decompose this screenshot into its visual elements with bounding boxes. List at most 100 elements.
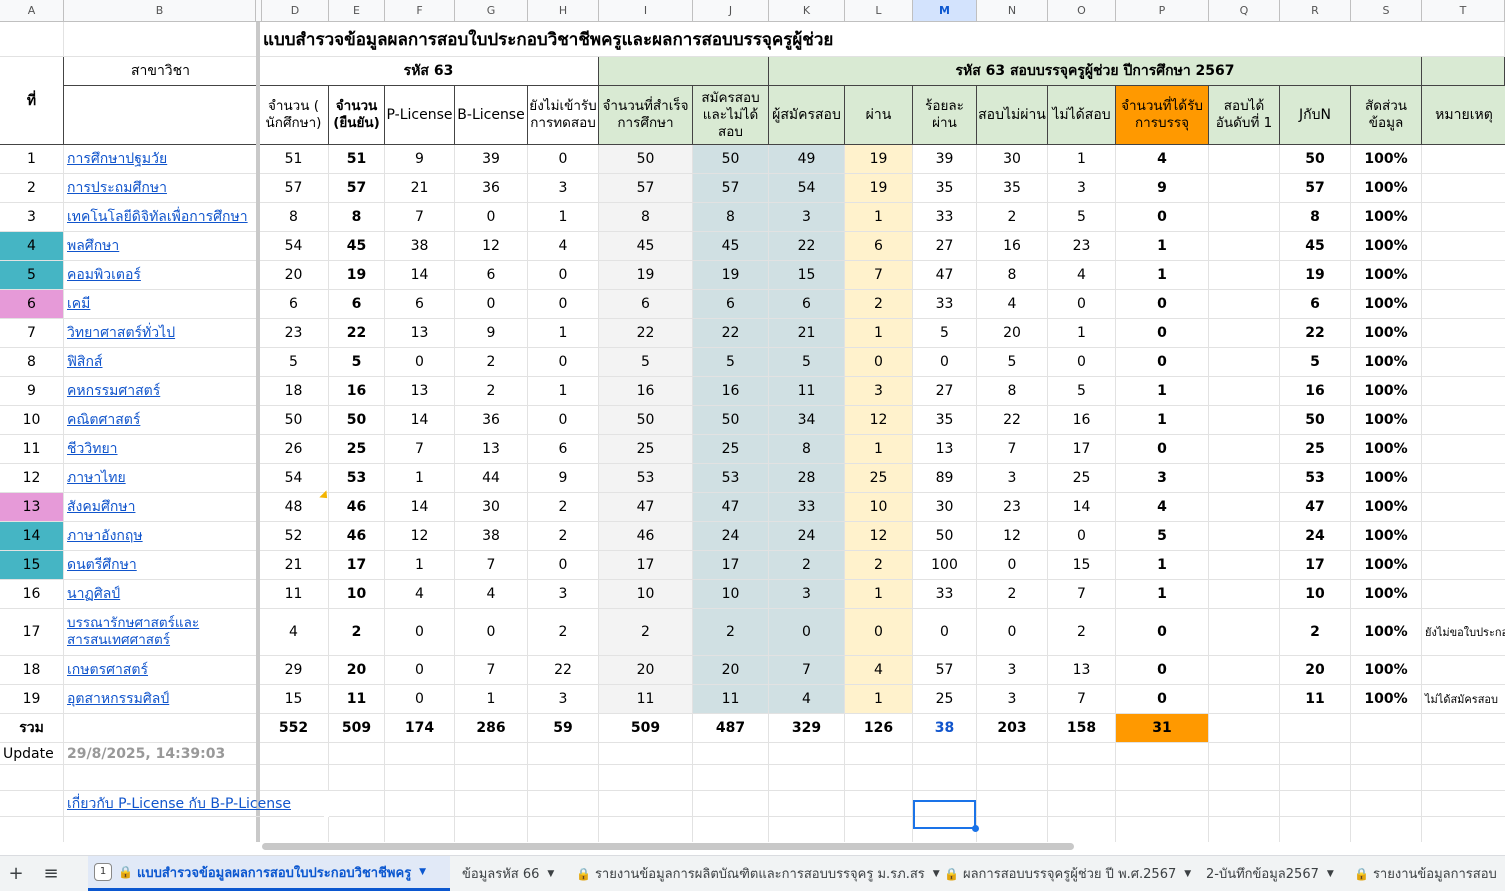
data-cell[interactable]: 35 xyxy=(913,406,977,435)
data-cell[interactable]: 4 xyxy=(528,232,599,261)
row-number-cell[interactable]: 8 xyxy=(0,348,64,377)
data-cell[interactable]: 22 xyxy=(599,319,693,348)
data-cell[interactable]: 20 xyxy=(329,656,385,685)
data-cell[interactable]: 50 xyxy=(693,145,769,174)
data-cell[interactable]: 6 xyxy=(528,435,599,464)
data-cell[interactable]: 4 xyxy=(259,609,329,656)
data-cell[interactable]: 16 xyxy=(599,377,693,406)
data-cell[interactable]: 36 xyxy=(455,406,528,435)
total-cell[interactable]: 126 xyxy=(845,714,913,743)
data-cell[interactable]: 54 xyxy=(259,232,329,261)
column-letter[interactable]: I xyxy=(599,0,693,21)
cell-empty[interactable] xyxy=(259,743,329,765)
data-cell[interactable]: 100% xyxy=(1351,348,1422,377)
data-cell[interactable]: 100% xyxy=(1351,145,1422,174)
data-cell[interactable]: 1 xyxy=(1116,261,1209,290)
data-cell[interactable]: 6 xyxy=(693,290,769,319)
total-label[interactable]: รวม xyxy=(0,714,64,743)
data-cell[interactable]: 8 xyxy=(977,377,1048,406)
sheet-tab-code66[interactable]: ข้อมูลรหัส 66 ▼ xyxy=(462,856,562,891)
data-cell[interactable]: 20 xyxy=(599,656,693,685)
total-cell[interactable]: 286 xyxy=(455,714,528,743)
data-cell[interactable]: 45 xyxy=(693,232,769,261)
row-number-cell[interactable]: 6 xyxy=(0,290,64,319)
data-cell[interactable]: 100% xyxy=(1351,580,1422,609)
data-cell[interactable]: 29 xyxy=(259,656,329,685)
cell-empty[interactable] xyxy=(455,765,528,791)
data-cell[interactable]: 5 xyxy=(913,319,977,348)
subject-link[interactable]: ดนตรีศึกษา xyxy=(64,551,258,580)
cell-empty[interactable] xyxy=(64,765,258,791)
data-cell[interactable]: 2 xyxy=(455,348,528,377)
data-cell[interactable]: 1 xyxy=(1116,406,1209,435)
cell-empty[interactable] xyxy=(455,791,528,817)
data-cell[interactable]: 0 xyxy=(385,656,455,685)
column-header[interactable]: ยังไม่เข้ารับการทดสอบ xyxy=(528,86,599,145)
data-cell[interactable]: 16 xyxy=(1280,377,1351,406)
data-cell[interactable]: 9 xyxy=(1116,174,1209,203)
data-cell[interactable]: 0 xyxy=(1116,319,1209,348)
data-cell[interactable]: 5 xyxy=(769,348,845,377)
data-cell[interactable]: 7 xyxy=(455,551,528,580)
cell-empty[interactable] xyxy=(64,817,258,842)
subject-link[interactable]: เทคโนโลยีดิจิทัลเพื่อการศึกษา xyxy=(64,203,258,232)
data-cell[interactable] xyxy=(1422,435,1505,464)
cell-empty[interactable] xyxy=(693,765,769,791)
data-cell[interactable]: 100% xyxy=(1351,609,1422,656)
selected-cell[interactable] xyxy=(913,800,976,829)
row-number-cell[interactable]: 14 xyxy=(0,522,64,551)
data-cell[interactable]: 10 xyxy=(1280,580,1351,609)
data-cell[interactable]: 57 xyxy=(329,174,385,203)
data-cell[interactable]: 12 xyxy=(385,522,455,551)
data-cell[interactable]: 50 xyxy=(599,406,693,435)
cell-empty[interactable] xyxy=(385,765,455,791)
data-cell[interactable]: 7 xyxy=(385,203,455,232)
data-cell[interactable]: 11 xyxy=(329,685,385,714)
data-cell[interactable]: 0 xyxy=(1116,656,1209,685)
license-info-link[interactable]: เกี่ยวกับ P-License กับ B-P-License xyxy=(64,791,324,817)
data-cell[interactable]: 2 xyxy=(769,551,845,580)
data-cell[interactable]: 23 xyxy=(977,493,1048,522)
cell-empty[interactable] xyxy=(1048,743,1116,765)
data-cell[interactable]: 54 xyxy=(769,174,845,203)
data-cell[interactable]: 20 xyxy=(259,261,329,290)
subject-link[interactable]: ภาษาอังกฤษ xyxy=(64,522,258,551)
row-number-cell[interactable]: 15 xyxy=(0,551,64,580)
data-cell[interactable]: 11 xyxy=(769,377,845,406)
data-cell[interactable]: 0 xyxy=(1116,685,1209,714)
subject-link[interactable]: การประถมศึกษา xyxy=(64,174,258,203)
data-cell[interactable]: 51 xyxy=(259,145,329,174)
chevron-down-icon[interactable]: ▼ xyxy=(1184,869,1191,879)
data-cell[interactable]: 100% xyxy=(1351,522,1422,551)
data-cell[interactable]: 8 xyxy=(977,261,1048,290)
cell-empty[interactable] xyxy=(329,743,385,765)
data-cell[interactable]: 19 xyxy=(329,261,385,290)
data-cell[interactable]: 10 xyxy=(329,580,385,609)
data-cell[interactable]: 13 xyxy=(385,377,455,406)
data-cell[interactable]: 4 xyxy=(455,580,528,609)
data-cell[interactable]: 25 xyxy=(845,464,913,493)
data-cell[interactable]: 49 xyxy=(769,145,845,174)
subject-link[interactable]: วิทยาศาสตร์ทั่วไป xyxy=(64,319,258,348)
data-cell[interactable]: 2 xyxy=(329,609,385,656)
column-header[interactable]: ผู้สมัครสอบ xyxy=(769,86,845,145)
cell-empty[interactable] xyxy=(385,791,455,817)
cell-empty[interactable] xyxy=(977,791,1048,817)
cell-empty[interactable] xyxy=(1116,743,1209,765)
row-number-cell[interactable]: 3 xyxy=(0,203,64,232)
data-cell[interactable]: 50 xyxy=(329,406,385,435)
data-cell[interactable]: 0 xyxy=(1116,290,1209,319)
row-number-cell[interactable]: 4 xyxy=(0,232,64,261)
data-cell[interactable]: 47 xyxy=(913,261,977,290)
data-cell[interactable]: 17 xyxy=(599,551,693,580)
data-cell[interactable]: 46 xyxy=(329,522,385,551)
data-cell[interactable]: 1 xyxy=(845,685,913,714)
data-cell[interactable]: 1 xyxy=(455,685,528,714)
cell-empty[interactable] xyxy=(1280,791,1351,817)
column-header[interactable]: จำนวนที่ได้รับการบรรจุ xyxy=(1116,86,1209,145)
data-cell[interactable]: 57 xyxy=(913,656,977,685)
cell-empty[interactable] xyxy=(769,765,845,791)
data-cell[interactable]: 3 xyxy=(528,580,599,609)
data-cell[interactable]: 46 xyxy=(599,522,693,551)
subject-link[interactable]: ฟิสิกส์ xyxy=(64,348,258,377)
